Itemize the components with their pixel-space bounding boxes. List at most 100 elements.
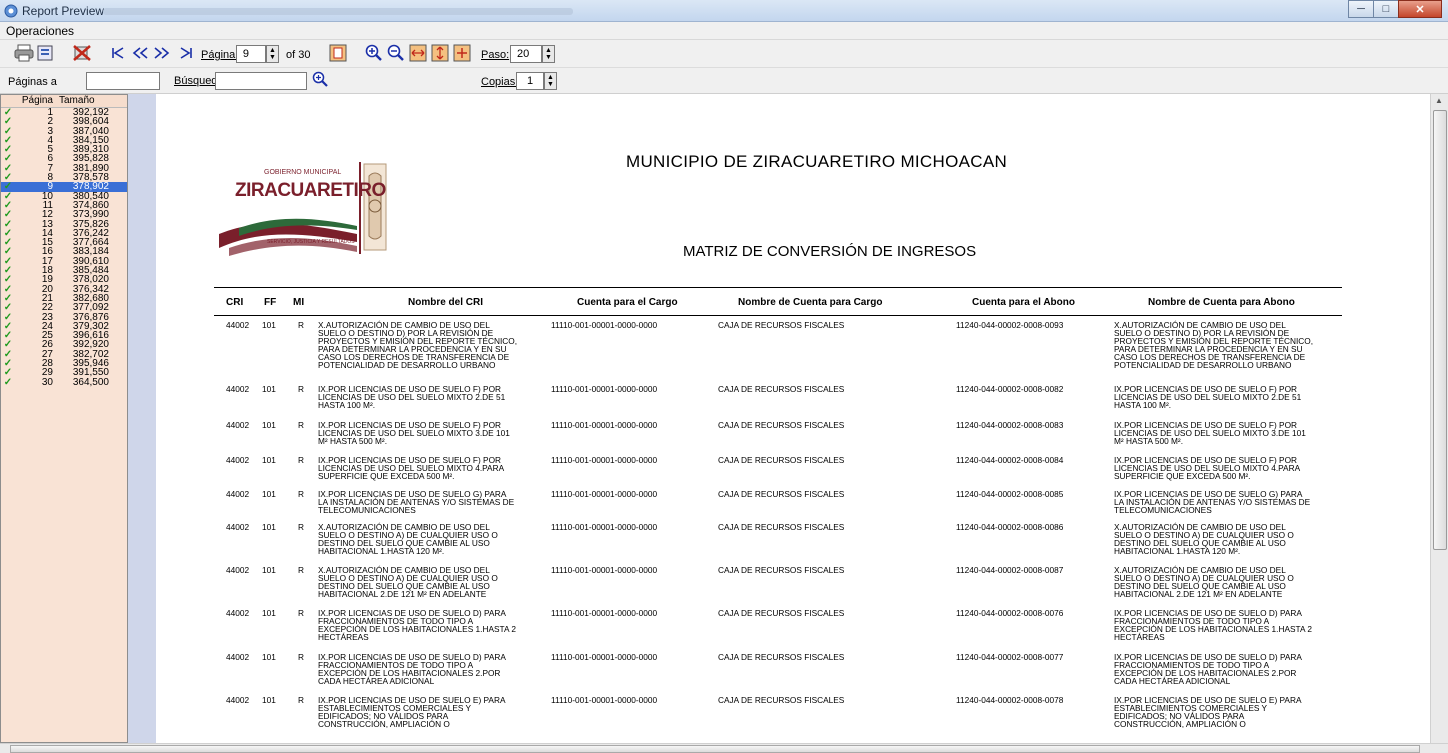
row-nombre-abono: IX.POR LICENCIAS DE USO DE SUELO F) POR … bbox=[1114, 455, 1301, 482]
row-cri: 44002 bbox=[226, 608, 250, 618]
row-mi: R bbox=[298, 695, 304, 705]
row-nombre-cargo: CAJA DE RECURSOS FISCALES bbox=[718, 320, 845, 330]
header-nombre-abono: Nombre de Cuenta para Abono bbox=[1148, 297, 1295, 308]
row-ff: 101 bbox=[262, 420, 276, 430]
close-button[interactable]: ✕ bbox=[1398, 0, 1442, 18]
row-nombre-cargo: CAJA DE RECURSOS FISCALES bbox=[718, 608, 845, 618]
horizontal-scrollbar[interactable] bbox=[0, 743, 1448, 753]
menu-operaciones[interactable]: Operaciones bbox=[6, 24, 74, 38]
header-cuenta-cargo: Cuenta para el Cargo bbox=[577, 297, 678, 308]
row-nombre-abono: IX.POR LICENCIAS DE USO DE SUELO D) PARA… bbox=[1114, 652, 1302, 687]
row-ff: 101 bbox=[262, 522, 276, 532]
page-size: 364,500 bbox=[72, 376, 109, 388]
row-ff: 101 bbox=[262, 320, 276, 330]
pagina-stepper[interactable]: ▲ ▼ bbox=[266, 45, 279, 63]
row-mi: R bbox=[298, 608, 304, 618]
of-pages-label: of 30 bbox=[286, 49, 311, 61]
zoom-out-icon[interactable] bbox=[386, 43, 406, 63]
stepper-up-icon[interactable]: ▲ bbox=[547, 74, 554, 81]
fit-page-icon[interactable] bbox=[328, 43, 348, 63]
row-nombre-abono: IX.POR LICENCIAS DE USO DE SUELO F) POR … bbox=[1114, 384, 1302, 411]
pagina-value: 9 bbox=[242, 48, 249, 60]
divider bbox=[214, 315, 1342, 316]
header-nombre-cargo: Nombre de Cuenta para Cargo bbox=[738, 297, 883, 308]
close-report-icon[interactable] bbox=[72, 43, 92, 63]
page-list-row[interactable]: ✓ 30 364,500 bbox=[1, 376, 127, 388]
first-page-icon[interactable] bbox=[108, 43, 128, 63]
copias-stepper[interactable]: ▲ ▼ bbox=[544, 72, 557, 90]
app-icon bbox=[4, 4, 18, 18]
row-cuenta-abono: 11240-044-00002-0008-0077 bbox=[956, 652, 1064, 662]
stepper-up-icon[interactable]: ▲ bbox=[545, 47, 552, 54]
header-cri: CRI bbox=[226, 297, 244, 308]
vertical-scroll-thumb[interactable] bbox=[1433, 110, 1447, 550]
fit-height-icon[interactable] bbox=[430, 43, 450, 63]
row-cri: 44002 bbox=[226, 695, 250, 705]
paso-stepper[interactable]: ▲ ▼ bbox=[542, 45, 555, 63]
divider bbox=[214, 287, 1342, 288]
col-tamano-header[interactable]: Tamaño bbox=[55, 95, 115, 107]
row-nombre-cri: IX.POR LICENCIAS DE USO DE SUELO D) PARA… bbox=[318, 608, 516, 643]
row-cuenta-abono: 11240-044-00002-0008-0076 bbox=[956, 608, 1064, 618]
stepper-down-icon[interactable]: ▼ bbox=[545, 54, 552, 61]
row-mi: R bbox=[298, 384, 304, 394]
next-page-icon[interactable] bbox=[152, 43, 172, 63]
row-nombre-cargo: CAJA DE RECURSOS FISCALES bbox=[718, 384, 845, 394]
row-nombre-cri: X.AUTORIZACIÓN DE CAMBIO DE USO DEL SUEL… bbox=[318, 320, 518, 371]
row-cuenta-cargo: 11110-001-00001-0000-0000 bbox=[551, 652, 658, 662]
row-nombre-cri: IX.POR LICENCIAS DE USO DE SUELO F) POR … bbox=[318, 455, 505, 482]
maximize-button[interactable]: □ bbox=[1373, 0, 1399, 18]
col-pagina-header[interactable]: Página bbox=[15, 95, 55, 107]
row-mi: R bbox=[298, 522, 304, 532]
blurred-subtitle bbox=[103, 8, 573, 15]
zoom-in-icon[interactable] bbox=[364, 43, 384, 63]
checkmark-icon: ✓ bbox=[3, 376, 13, 388]
stepper-down-icon[interactable]: ▼ bbox=[269, 54, 276, 61]
row-nombre-abono: X.AUTORIZACIÓN DE CAMBIO DE USO DEL SUEL… bbox=[1114, 522, 1294, 557]
report-page: GOBIERNO MUNICIPAL ZIRACUARETIRO SERVICI… bbox=[156, 94, 1430, 743]
row-cri: 44002 bbox=[226, 489, 250, 499]
row-nombre-cri: X.AUTORIZACIÓN DE CAMBIO DE USO DEL SUEL… bbox=[318, 565, 498, 600]
stepper-down-icon[interactable]: ▼ bbox=[547, 81, 554, 88]
export-icon[interactable] bbox=[36, 43, 56, 63]
horizontal-scroll-thumb[interactable] bbox=[10, 745, 1420, 753]
row-nombre-cri: IX.POR LICENCIAS DE USO DE SUELO D) PARA… bbox=[318, 652, 506, 687]
copias-value: 1 bbox=[527, 75, 534, 87]
row-mi: R bbox=[298, 489, 304, 499]
printer-icon[interactable] bbox=[14, 43, 34, 63]
pages-list: ✓ 1 392,192 ✓ 2 398,604 ✓ 3 387,040 ✓ 4 384,150 ✓ 5 38… bbox=[1, 107, 127, 388]
row-cuenta-abono: 11240-044-00002-0008-0087 bbox=[956, 565, 1064, 575]
fit-width-icon[interactable] bbox=[408, 43, 428, 63]
scroll-up-icon[interactable]: ▲ bbox=[1435, 96, 1443, 105]
pages-list-panel: Página Tamaño ✓ 1 392,192 ✓ 2 398,604 ✓ 3 387,04… bbox=[0, 94, 128, 743]
row-cuenta-cargo: 11110-001-00001-0000-0000 bbox=[551, 489, 658, 499]
row-cuenta-abono: 11240-044-00002-0008-0093 bbox=[956, 320, 1064, 330]
row-ff: 101 bbox=[262, 455, 276, 465]
prev-page-icon[interactable] bbox=[130, 43, 150, 63]
search-icon[interactable] bbox=[311, 70, 329, 88]
row-nombre-cargo: CAJA DE RECURSOS FISCALES bbox=[718, 565, 845, 575]
row-cri: 44002 bbox=[226, 455, 250, 465]
title-bar: Report Preview ─ □ ✕ bbox=[0, 0, 1448, 22]
row-ff: 101 bbox=[262, 652, 276, 662]
row-ff: 101 bbox=[262, 608, 276, 618]
minimize-button[interactable]: ─ bbox=[1348, 0, 1374, 18]
stepper-up-icon[interactable]: ▲ bbox=[269, 47, 276, 54]
paginas-input[interactable] bbox=[86, 72, 160, 90]
row-nombre-abono: IX.POR LICENCIAS DE USO DE SUELO G) PARA… bbox=[1114, 489, 1311, 516]
row-nombre-cri: IX.POR LICENCIAS DE USO DE SUELO G) PARA… bbox=[318, 489, 515, 516]
paso-input[interactable]: 20 bbox=[510, 45, 542, 63]
copias-input[interactable]: 1 bbox=[516, 72, 544, 90]
paso-value: 20 bbox=[517, 48, 530, 60]
row-cuenta-cargo: 11110-001-00001-0000-0000 bbox=[551, 522, 658, 532]
row-cuenta-cargo: 11110-001-00001-0000-0000 bbox=[551, 320, 658, 330]
row-cri: 44002 bbox=[226, 522, 250, 532]
search-input[interactable] bbox=[215, 72, 307, 90]
vertical-scrollbar[interactable]: ▲ bbox=[1430, 94, 1448, 743]
row-cuenta-cargo: 11110-001-00001-0000-0000 bbox=[551, 565, 658, 575]
panel-separator bbox=[128, 94, 156, 743]
pagina-input[interactable]: 9 bbox=[236, 45, 266, 63]
page-size-icon[interactable] bbox=[452, 43, 472, 63]
row-cuenta-abono: 11240-044-00002-0008-0083 bbox=[956, 420, 1064, 430]
last-page-icon[interactable] bbox=[176, 43, 196, 63]
